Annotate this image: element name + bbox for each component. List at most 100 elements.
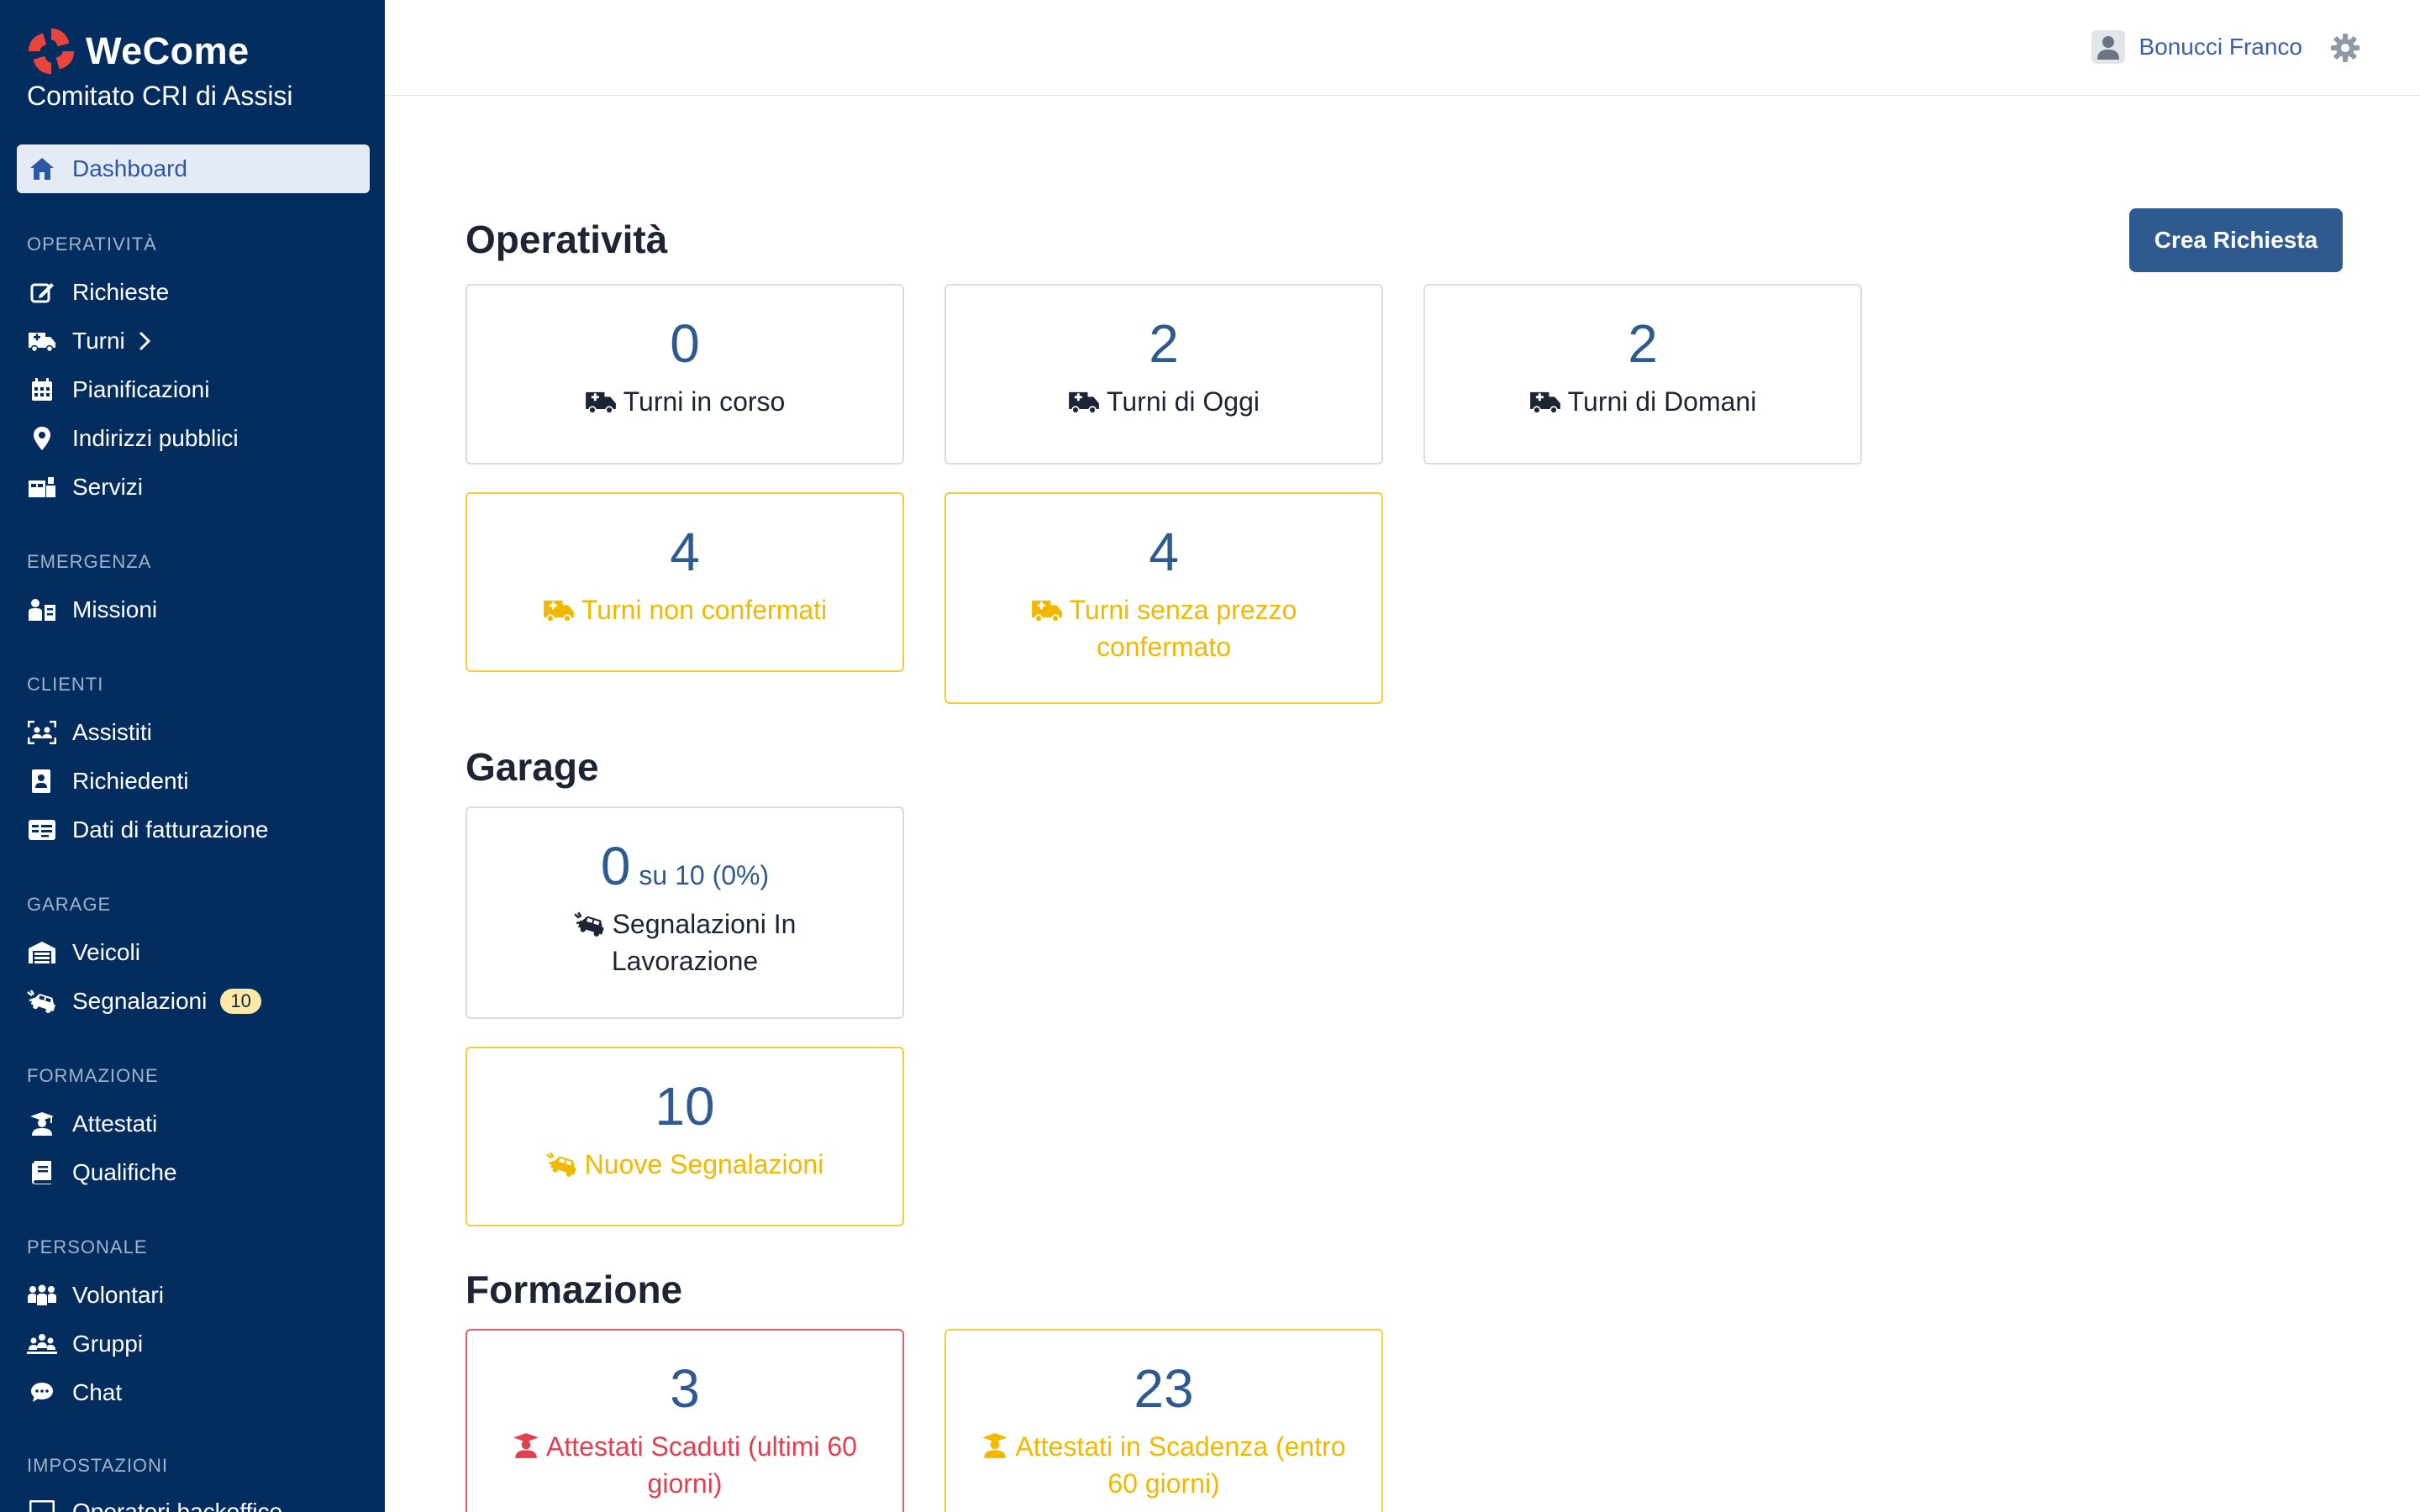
card-label: Turni di Domani — [1567, 386, 1757, 417]
card-label: Turni in corso — [623, 386, 786, 417]
ambulance-icon — [585, 388, 617, 422]
card-label: Turni senza prezzo confermato — [1069, 595, 1297, 663]
sidebar-item-label: Missioni — [72, 596, 158, 622]
user-name: Bonucci Franco — [2139, 34, 2302, 60]
sidebar-item-label: Veicoli — [72, 939, 140, 965]
sidebar-item-operatori-backoffice[interactable]: Operatori backoffice — [27, 1495, 282, 1512]
sidebar-item-attestati[interactable]: Attestati — [27, 1107, 157, 1141]
avatar — [2091, 30, 2126, 64]
sidebar-item-dati-fatturazione[interactable]: Dati di fatturazione — [27, 813, 268, 847]
sidebar-item-label: Richieste — [72, 279, 170, 305]
car-crash-icon — [27, 986, 57, 1016]
mission-icon — [27, 595, 57, 625]
sidebar-item-gruppi[interactable]: Gruppi — [27, 1327, 143, 1361]
sidebar-item-label: Dati di fatturazione — [72, 816, 269, 843]
card-turni-senza-prezzo[interactable]: 4 Turni senza prezzo confermato — [944, 492, 1383, 704]
card-turni-di-domani[interactable]: 2 Turni di Domani — [1423, 284, 1862, 465]
sidebar-item-label: Chat — [72, 1379, 123, 1405]
sidebar-item-dashboard[interactable]: Dashboard — [17, 144, 370, 193]
sidebar-item-indirizzi-pubblici[interactable]: Indirizzi pubblici — [27, 422, 239, 455]
people-scan-icon — [27, 717, 57, 748]
section-title-impostazioni: IMPOSTAZIONI — [27, 1455, 169, 1476]
sidebar-item-servizi[interactable]: Servizi — [27, 470, 143, 504]
card-attestati-scaduti[interactable]: 3 Attestati Scaduti (ultimi 60 giorni) — [466, 1329, 904, 1512]
segnalazioni-count-badge: 10 — [220, 989, 261, 1014]
contact-book-icon — [27, 766, 57, 796]
ambulance-icon — [1068, 388, 1100, 422]
card-value: 23 — [1134, 1358, 1194, 1419]
ambulance-icon — [543, 596, 575, 630]
sidebar-item-veicoli[interactable]: Veicoli — [27, 936, 140, 969]
section-heading-formazione: Formazione — [466, 1268, 683, 1311]
home-icon — [27, 154, 57, 184]
wecome-logo-icon — [28, 28, 75, 75]
create-request-button[interactable]: Crea Richiesta — [2129, 208, 2343, 272]
card-turni-di-oggi[interactable]: 2 Turni di Oggi — [944, 284, 1383, 465]
card-value: 10 — [655, 1076, 715, 1137]
card-label: Nuove Segnalazioni — [584, 1149, 824, 1180]
edit-icon — [27, 277, 57, 307]
brand[interactable]: WeCome — [25, 25, 250, 77]
sidebar-item-label: Servizi — [72, 474, 144, 500]
sidebar-item-label: Gruppi — [72, 1331, 144, 1357]
sidebar-item-label: Assistiti — [72, 719, 152, 745]
card-segnalazioni-in-lavorazione[interactable]: 0 su 10 (0%) Segnalazioni In Lavorazione — [466, 806, 904, 1019]
card-value: 0 — [670, 313, 700, 374]
section-title-formazione: FORMAZIONE — [27, 1065, 159, 1086]
card-value: 4 — [1149, 522, 1179, 582]
card-label: Turni di Oggi — [1107, 386, 1260, 417]
services-icon — [27, 472, 57, 502]
car-crash-icon — [545, 1151, 578, 1184]
sidebar-item-label: Segnalazioni — [72, 988, 208, 1014]
id-card-icon — [27, 815, 57, 845]
group-icon — [27, 1329, 57, 1359]
sidebar-item-richieste[interactable]: Richieste — [27, 276, 169, 309]
section-heading-garage: Garage — [466, 745, 599, 789]
sidebar-item-qualifiche[interactable]: Qualifiche — [27, 1156, 177, 1189]
section-title-clienti: CLIENTI — [27, 674, 104, 695]
sidebar-item-label: Turni — [72, 328, 125, 354]
user-menu[interactable]: Bonucci Franco — [2091, 30, 2302, 64]
card-label: Attestati in Scadenza (entro 60 giorni) — [1015, 1431, 1346, 1499]
card-value: 2 — [1149, 313, 1179, 374]
topbar: Bonucci Franco — [385, 0, 2420, 96]
graduate-icon — [981, 1432, 1008, 1467]
garage-icon — [27, 937, 57, 968]
card-turni-in-corso[interactable]: 0 Turni in corso — [466, 284, 904, 465]
card-turni-non-confermati[interactable]: 4 Turni non confermati — [466, 492, 904, 672]
graduate-icon — [513, 1432, 539, 1467]
chevron-right-icon — [139, 331, 150, 351]
ambulance-icon — [1031, 596, 1063, 630]
section-title-garage: GARAGE — [27, 894, 112, 915]
sidebar-item-chat[interactable]: Chat — [27, 1376, 122, 1410]
sidebar-item-richiedenti[interactable]: Richiedenti — [27, 764, 189, 798]
card-nuove-segnalazioni[interactable]: 10 Nuove Segnalazioni — [466, 1047, 904, 1226]
sidebar-item-label: Operatori backoffice — [72, 1499, 283, 1512]
sidebar-item-volontari[interactable]: Volontari — [27, 1278, 164, 1312]
operator-icon — [27, 1497, 57, 1512]
card-label: Segnalazioni In Lavorazione — [611, 909, 797, 977]
section-title-emergenza: EMERGENZA — [27, 551, 152, 572]
section-heading-operativita: Operatività — [466, 218, 668, 261]
organization-name: Comitato CRI di Assisi — [27, 81, 293, 111]
users-icon — [27, 1280, 57, 1310]
sidebar-item-pianificazioni[interactable]: Pianificazioni — [27, 373, 209, 407]
ambulance-icon — [27, 326, 57, 356]
card-value: 4 — [670, 522, 700, 582]
calendar-icon — [27, 375, 57, 405]
sidebar-item-missioni[interactable]: Missioni — [27, 593, 157, 627]
card-value: 0 — [600, 836, 631, 896]
card-attestati-in-scadenza[interactable]: 23 Attestati in Scadenza (entro 60 giorn… — [944, 1329, 1383, 1512]
sidebar-item-label: Qualifiche — [72, 1159, 177, 1185]
sidebar-item-turni[interactable]: Turni — [27, 324, 150, 358]
sidebar: WeCome Comitato CRI di Assisi Dashboard … — [0, 0, 385, 1512]
section-title-personale: PERSONALE — [27, 1236, 148, 1257]
sidebar-item-segnalazioni[interactable]: Segnalazioni 10 — [27, 984, 261, 1018]
section-title-operativita: OPERATIVITÀ — [27, 234, 157, 255]
sidebar-item-label: Pianificazioni — [72, 376, 210, 402]
card-value-suffix: su 10 (0%) — [639, 860, 770, 890]
card-value: 3 — [670, 1358, 700, 1419]
book-icon — [27, 1158, 57, 1188]
settings-gear-icon[interactable] — [2329, 32, 2361, 64]
sidebar-item-assistiti[interactable]: Assistiti — [27, 716, 152, 749]
